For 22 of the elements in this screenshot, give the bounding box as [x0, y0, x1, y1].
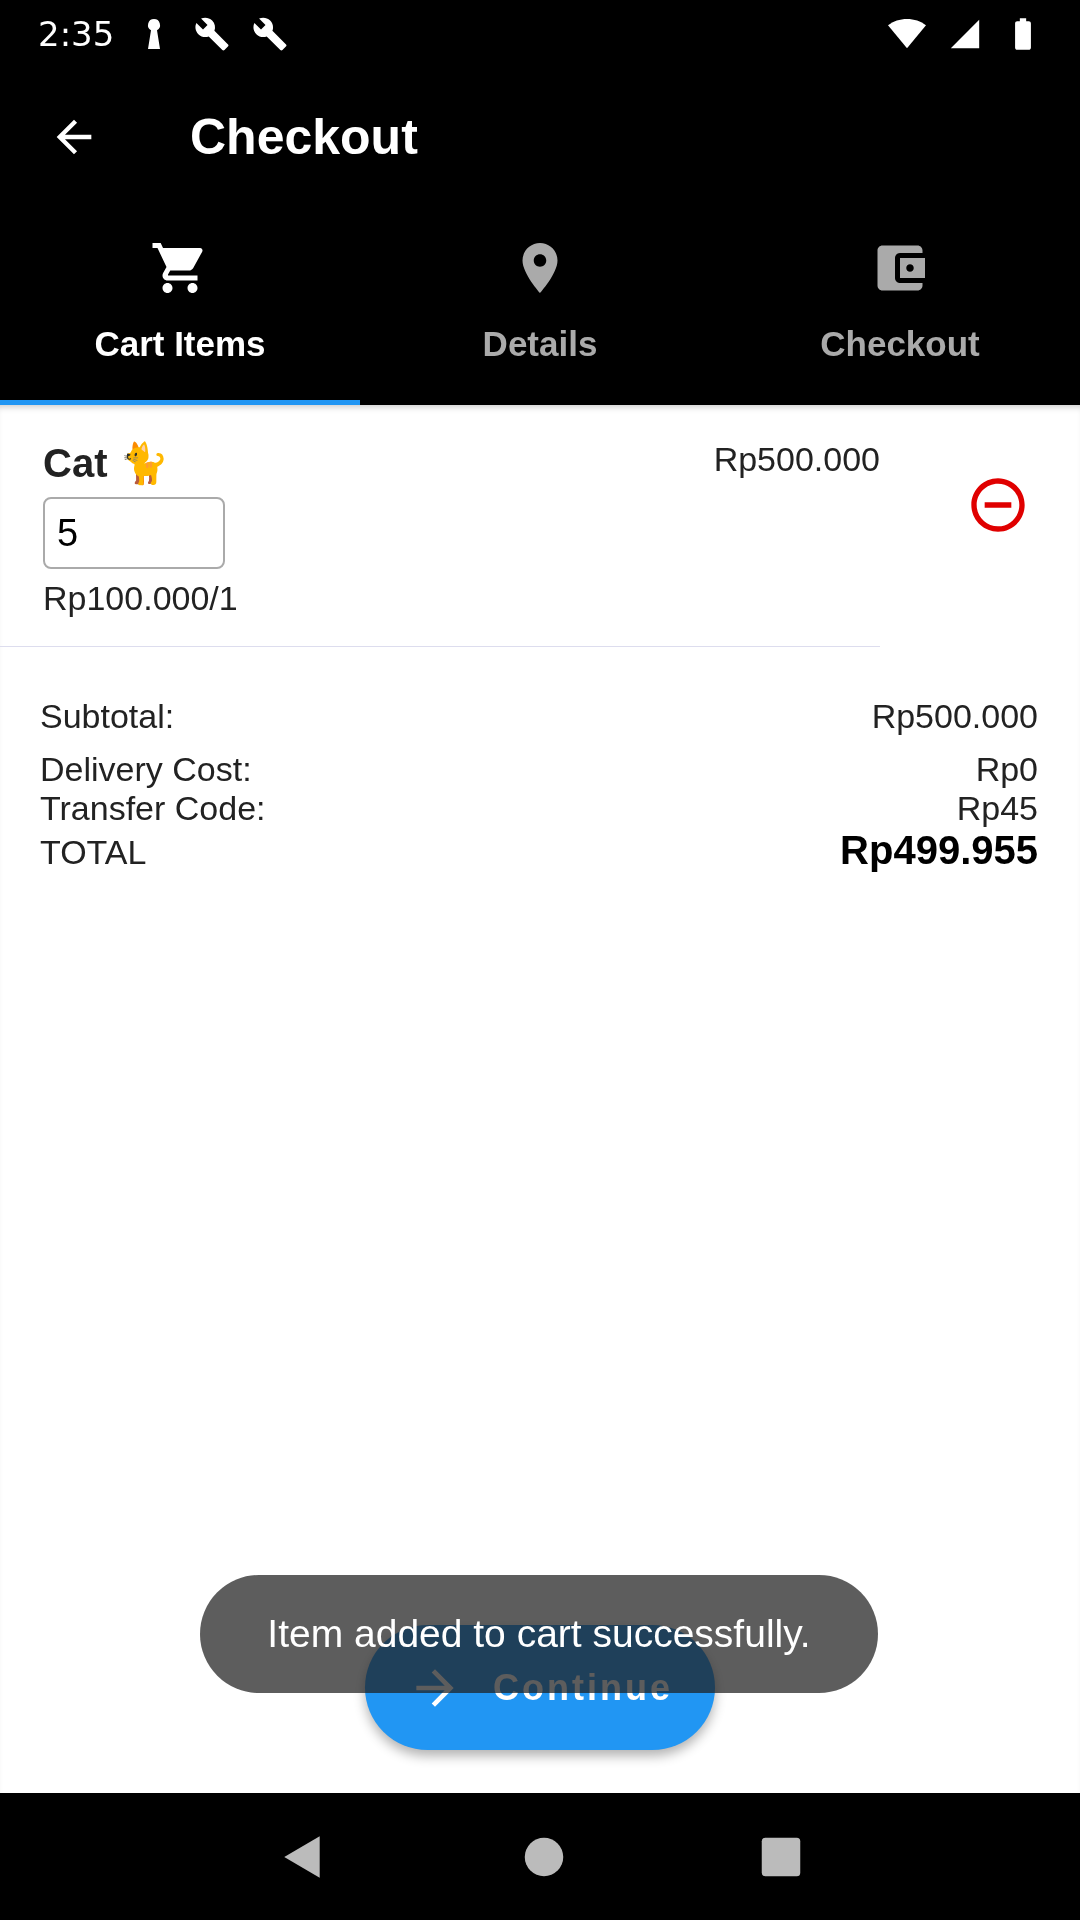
total-value: Rp499.955 — [840, 828, 1038, 873]
tab[interactable]: Details — [360, 205, 720, 405]
home-circle-icon — [523, 1835, 565, 1878]
summary-value: Rp45 — [956, 789, 1038, 828]
recents-square-icon — [760, 1835, 803, 1878]
tab[interactable]: Cart Items — [0, 205, 360, 405]
summary-label: Transfer Code: — [40, 789, 266, 828]
summary-label: Subtotal: — [40, 697, 175, 736]
tab[interactable]: Checkout — [720, 205, 1080, 405]
quantity-field[interactable]: 5 — [43, 497, 225, 569]
signal-icon — [948, 17, 982, 51]
screen-title: Checkout — [190, 107, 418, 166]
summary-label: TOTAL — [40, 833, 147, 872]
unit-price: Rp100.000/1 — [43, 579, 239, 618]
item-total-price: Rp500.000 — [713, 440, 880, 480]
summary-label: Delivery Cost: — [40, 750, 252, 789]
item-name: Cat 🐈 — [43, 440, 170, 487]
summary-value: Rp500.000 — [871, 697, 1038, 736]
wrench-icon — [252, 16, 289, 52]
status-time: 2:35 — [38, 14, 115, 54]
wrench-icon — [194, 16, 231, 52]
summary-value: Rp0 — [975, 750, 1038, 789]
